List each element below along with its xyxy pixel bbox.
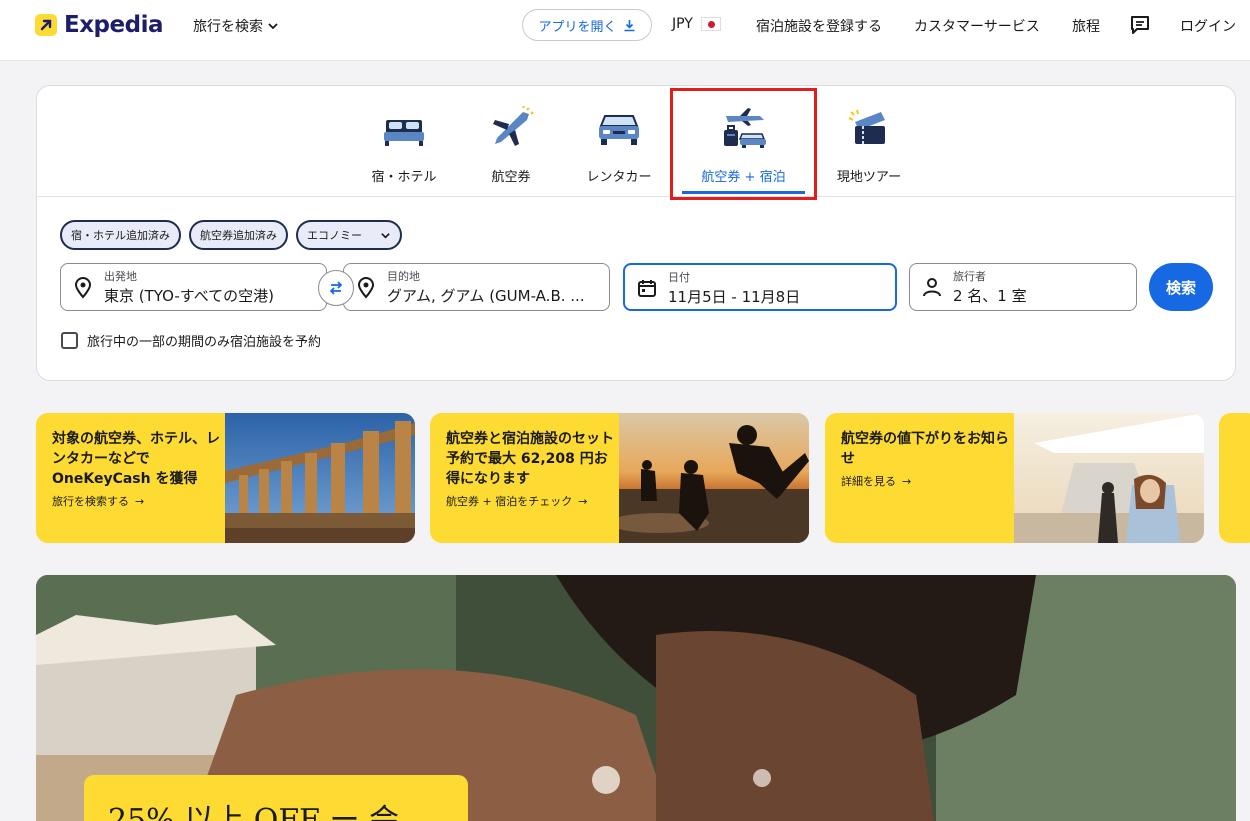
search-button[interactable]: 検索: [1149, 263, 1213, 311]
beach-sunset-image: [619, 413, 809, 543]
chip-label: 宿・ホテル追加済み: [71, 229, 170, 242]
partial-stay-label: 旅行中の一部の期間のみ宿泊施設を予約: [87, 335, 322, 350]
package-chips: 宿・ホテル追加済み 航空券追加済み エコノミー: [60, 220, 402, 250]
tab-hotels[interactable]: 宿・ホテル: [364, 86, 444, 197]
destination-label: 目的地: [387, 270, 420, 283]
open-app-label: アプリを開く: [538, 19, 617, 35]
promo-title: 対象の航空券、ホテル、レンタカーなどで OneKeyCash を獲得: [52, 431, 220, 487]
trip-search-label: 旅行を検索: [193, 19, 263, 35]
logo-text: Expedia: [64, 12, 163, 38]
location-pin-icon: [74, 277, 92, 299]
product-tabs: 宿・ホテル 航空券 レンタカー 航空券 + 宿泊 現地ツアー: [37, 86, 1235, 200]
calendar-icon: [638, 280, 656, 297]
arrow-right-icon: →: [578, 494, 588, 508]
promo-card-package-savings[interactable]: 航空券と宿泊施設のセット予約で最大 62,208 円お得になります 航空券 + …: [430, 413, 809, 543]
airplane-icon: [493, 106, 534, 146]
destination-field[interactable]: 目的地 グアム, グアム (GUM-A.B. ...: [343, 263, 610, 311]
bed-icon: [384, 120, 424, 146]
tab-flights[interactable]: 航空券: [480, 86, 542, 197]
currency-label: JPY: [672, 16, 693, 32]
swap-locations-button[interactable]: [318, 270, 354, 306]
chevron-down-icon: [268, 23, 278, 30]
promo-link[interactable]: 旅行を検索する →: [52, 493, 220, 509]
promo-title: 航空券の値下がりをお知らせ: [841, 431, 1009, 467]
origin-value: 東京 (TYO-すべての空港): [104, 287, 274, 305]
tab-label: レンタカー: [586, 170, 652, 185]
selection-highlight-box: [670, 88, 817, 200]
hero-promo-text: 25% 以上 OFF ー 会: [108, 803, 400, 821]
partial-stay-checkbox[interactable]: [61, 332, 78, 349]
open-app-button[interactable]: アプリを開く: [522, 9, 652, 41]
chip-label: 航空券追加済み: [200, 229, 277, 242]
expedia-logo[interactable]: Expedia: [35, 12, 163, 38]
destination-value: グアム, グアム (GUM-A.B. ...: [387, 287, 585, 305]
cabin-class-dropdown[interactable]: エコノミー: [296, 220, 402, 250]
partial-stay-option[interactable]: 旅行中の一部の期間のみ宿泊施設を予約: [61, 331, 321, 350]
dates-field[interactable]: 日付 11月5日 - 11月8日: [623, 263, 897, 311]
promo-card-onekeycash[interactable]: 対象の航空券、ホテル、レンタカーなどで OneKeyCash を獲得 旅行を検索…: [36, 413, 415, 543]
dates-label: 日付: [668, 271, 690, 284]
swap-arrows-icon: [329, 281, 343, 295]
japan-flag-icon: [700, 17, 721, 31]
arrow-right-icon: →: [135, 494, 145, 508]
currency-selector[interactable]: JPY: [672, 16, 721, 32]
promo-link-label: 旅行を検索する: [52, 495, 129, 508]
promo-card-price-alerts[interactable]: 航空券の値下がりをお知らせ 詳細を見る →: [825, 413, 1204, 543]
tab-activities[interactable]: 現地ツアー: [830, 86, 908, 197]
origin-label: 出発地: [104, 270, 137, 283]
hotel-added-chip[interactable]: 宿・ホテル追加済み: [60, 220, 181, 250]
person-icon: [923, 278, 941, 297]
login-link[interactable]: ログイン: [1180, 16, 1236, 36]
promo-link-label: 詳細を見る: [841, 475, 896, 488]
tab-label: 航空券: [491, 170, 531, 185]
promo-link[interactable]: 詳細を見る →: [841, 473, 1009, 489]
tab-cars[interactable]: レンタカー: [580, 86, 658, 197]
trips-link[interactable]: 旅程: [1072, 16, 1100, 36]
logo-arrow-icon: [35, 14, 57, 36]
ticket-icon: [848, 109, 885, 144]
cabin-class-label: エコノミー: [307, 229, 362, 242]
travelers-value: 2 名、1 室: [953, 287, 1027, 305]
dates-value: 11月5日 - 11月8日: [668, 288, 801, 306]
ancient-temple-image: [225, 413, 415, 543]
download-icon: [624, 19, 634, 31]
customer-service-link[interactable]: カスタマーサービス: [914, 16, 1040, 36]
promo-link[interactable]: 航空券 + 宿泊をチェック →: [446, 493, 614, 509]
promo-link-label: 航空券 + 宿泊をチェック: [446, 495, 573, 508]
origin-field[interactable]: 出発地 東京 (TYO-すべての空港): [60, 263, 327, 311]
chevron-down-icon: [381, 232, 390, 239]
search-card: 宿・ホテル 航空券 レンタカー 航空券 + 宿泊 現地ツアー 宿・ホテル追加済み…: [36, 85, 1236, 381]
airport-boarding-image: [1014, 413, 1204, 543]
travelers-label: 旅行者: [953, 270, 986, 283]
location-pin-icon: [357, 277, 375, 299]
tab-label: 現地ツアー: [836, 170, 902, 185]
list-property-link[interactable]: 宿泊施設を登録する: [756, 16, 882, 36]
chat-icon[interactable]: [1129, 14, 1151, 36]
car-icon: [599, 115, 639, 145]
trip-search-menu[interactable]: 旅行を検索: [193, 16, 279, 36]
tab-label: 宿・ホテル: [371, 170, 437, 185]
promo-card-next[interactable]: [1219, 413, 1250, 543]
top-header: Expedia 旅行を検索 アプリを開く JPY 宿泊施設を登録する カスタマー…: [0, 0, 1250, 61]
flight-added-chip[interactable]: 航空券追加済み: [189, 220, 288, 250]
travelers-field[interactable]: 旅行者 2 名、1 室: [909, 263, 1137, 311]
arrow-right-icon: →: [902, 474, 912, 488]
promo-title: 航空券と宿泊施設のセット予約で最大 62,208 円お得になります: [446, 431, 614, 487]
